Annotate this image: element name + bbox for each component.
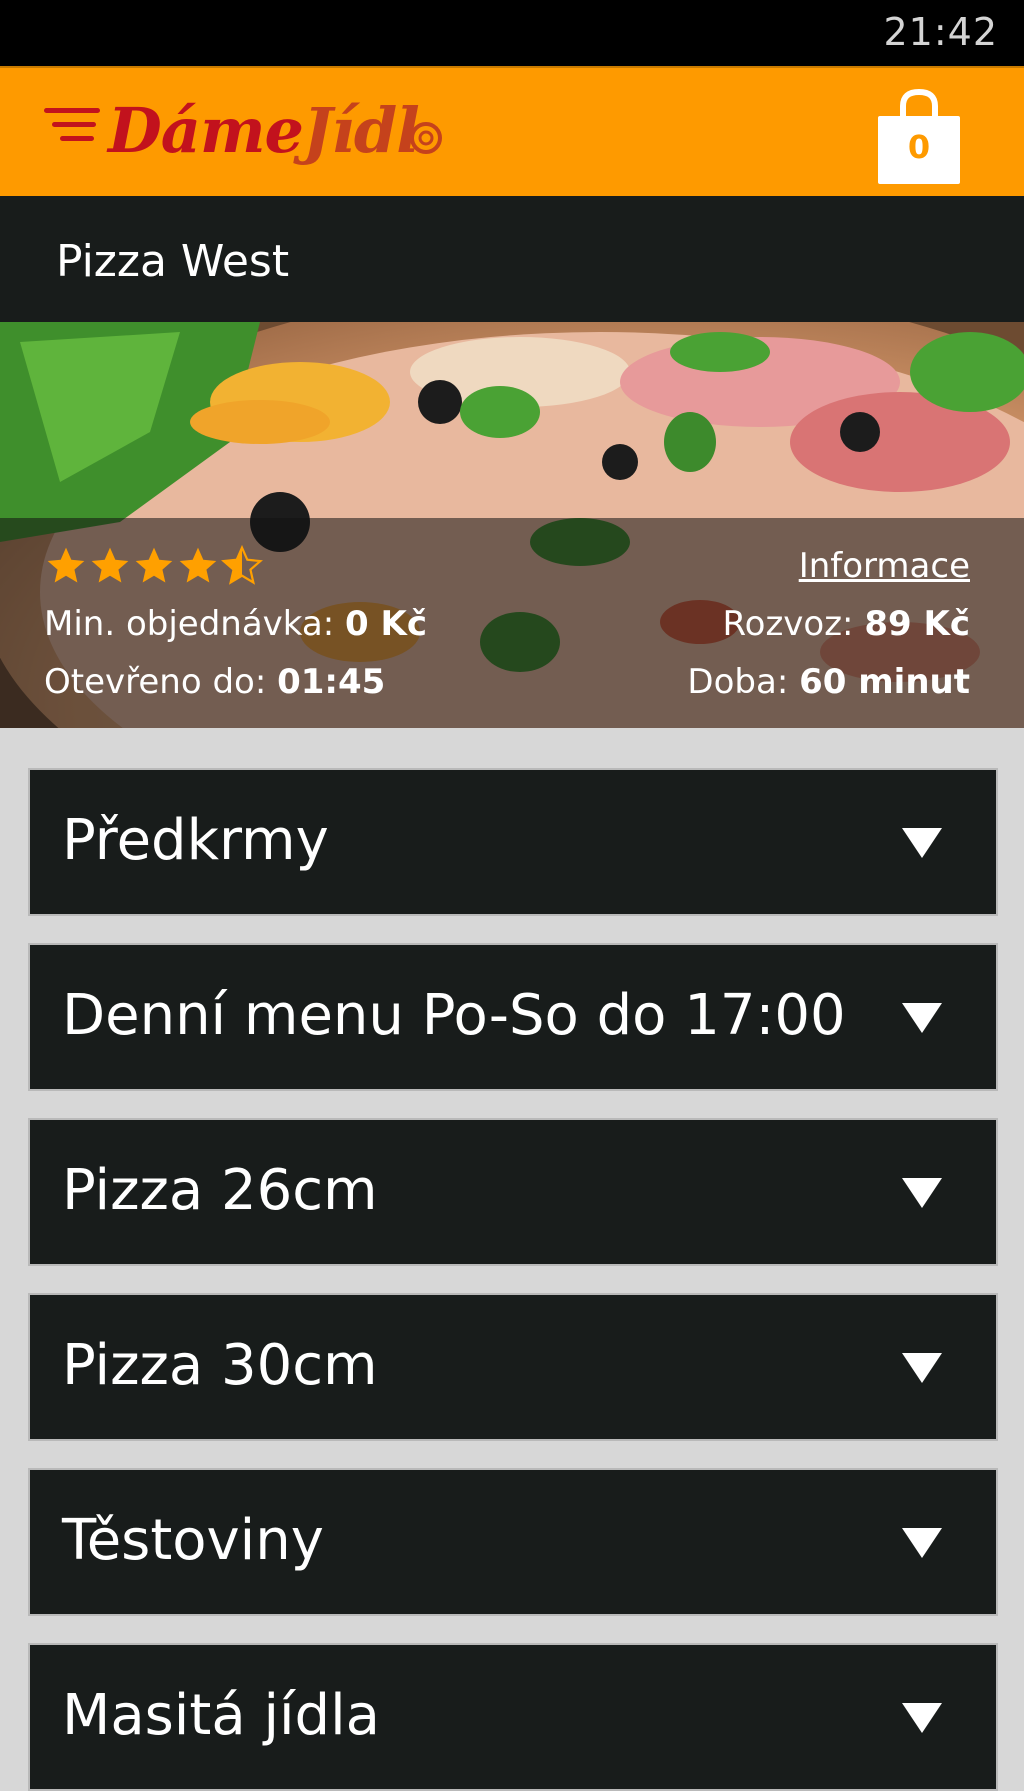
min-order-info: Min. objednávka: 0 Kč: [44, 604, 427, 644]
status-bar: 21:42: [0, 0, 1024, 66]
app-bar: DámeJídl 0: [0, 66, 1024, 196]
title-bar: Pizza West: [0, 196, 1024, 322]
chevron-down-icon: [902, 1003, 942, 1033]
category-label: Těstoviny: [62, 1508, 324, 1573]
open-until-label: Otevřeno do:: [44, 662, 267, 702]
delivery-fee-info: Rozvoz: 89 Kč: [723, 604, 970, 644]
cart-count-badge: 0: [907, 128, 931, 166]
category-testoviny[interactable]: Těstoviny: [28, 1468, 998, 1616]
category-label: Pizza 30cm: [62, 1333, 378, 1398]
open-until-info: Otevřeno do: 01:45: [44, 662, 385, 702]
status-time: 21:42: [883, 10, 998, 54]
delivery-fee-label: Rozvoz:: [722, 604, 854, 644]
delivery-time-label: Doba:: [687, 662, 789, 702]
delivery-fee-value: 89 Kč: [864, 604, 970, 644]
category-predkrmy[interactable]: Předkrmy: [28, 768, 998, 916]
logo-wordmark: DámeJídl: [108, 94, 420, 167]
delivery-time-info: Doba: 60 minut: [687, 662, 970, 702]
info-link[interactable]: Informace: [799, 546, 970, 586]
open-until-value: 01:45: [277, 662, 386, 702]
chevron-down-icon: [902, 1703, 942, 1733]
logo-speed-line: [52, 122, 96, 127]
logo-word-dame: Dáme: [108, 94, 304, 167]
category-pizza-26[interactable]: Pizza 26cm: [28, 1118, 998, 1266]
delivery-time-value: 60 minut: [799, 662, 970, 702]
star-half-icon: [221, 544, 263, 585]
restaurant-hero: Informace Min. objednávka: 0 Kč Rozvoz: …: [0, 322, 1024, 728]
cart-button[interactable]: 0: [878, 88, 960, 184]
category-pizza-30[interactable]: Pizza 30cm: [28, 1293, 998, 1441]
chevron-down-icon: [902, 1528, 942, 1558]
chevron-down-icon: [902, 1178, 942, 1208]
logo-speed-line: [60, 136, 94, 141]
star-full-icon: [135, 547, 173, 583]
star-full-icon: [179, 547, 217, 583]
logo-speed-line: [44, 108, 100, 113]
logo-word-jidlo: Jídl: [303, 94, 420, 167]
plate-icon: [410, 122, 442, 154]
chevron-down-icon: [902, 1353, 942, 1383]
category-label: Pizza 26cm: [62, 1158, 378, 1223]
category-label: Předkrmy: [62, 808, 329, 873]
min-order-label: Min. objednávka:: [44, 604, 335, 644]
category-denni-menu[interactable]: Denní menu Po-So do 17:00: [28, 943, 998, 1091]
star-full-icon: [47, 547, 85, 583]
min-order-value: 0 Kč: [344, 604, 427, 644]
category-label: Masitá jídla: [62, 1683, 380, 1748]
dame-jidlo-logo[interactable]: DámeJídl: [44, 90, 474, 180]
chevron-down-icon: [902, 828, 942, 858]
star-full-icon: [91, 547, 129, 583]
rating-stars: [44, 544, 264, 590]
category-masita-jidla[interactable]: Masitá jídla: [28, 1643, 998, 1791]
restaurant-name: Pizza West: [56, 236, 290, 287]
category-label: Denní menu Po-So do 17:00: [62, 983, 846, 1048]
restaurant-info-overlay: Informace Min. objednávka: 0 Kč Rozvoz: …: [0, 518, 1024, 728]
